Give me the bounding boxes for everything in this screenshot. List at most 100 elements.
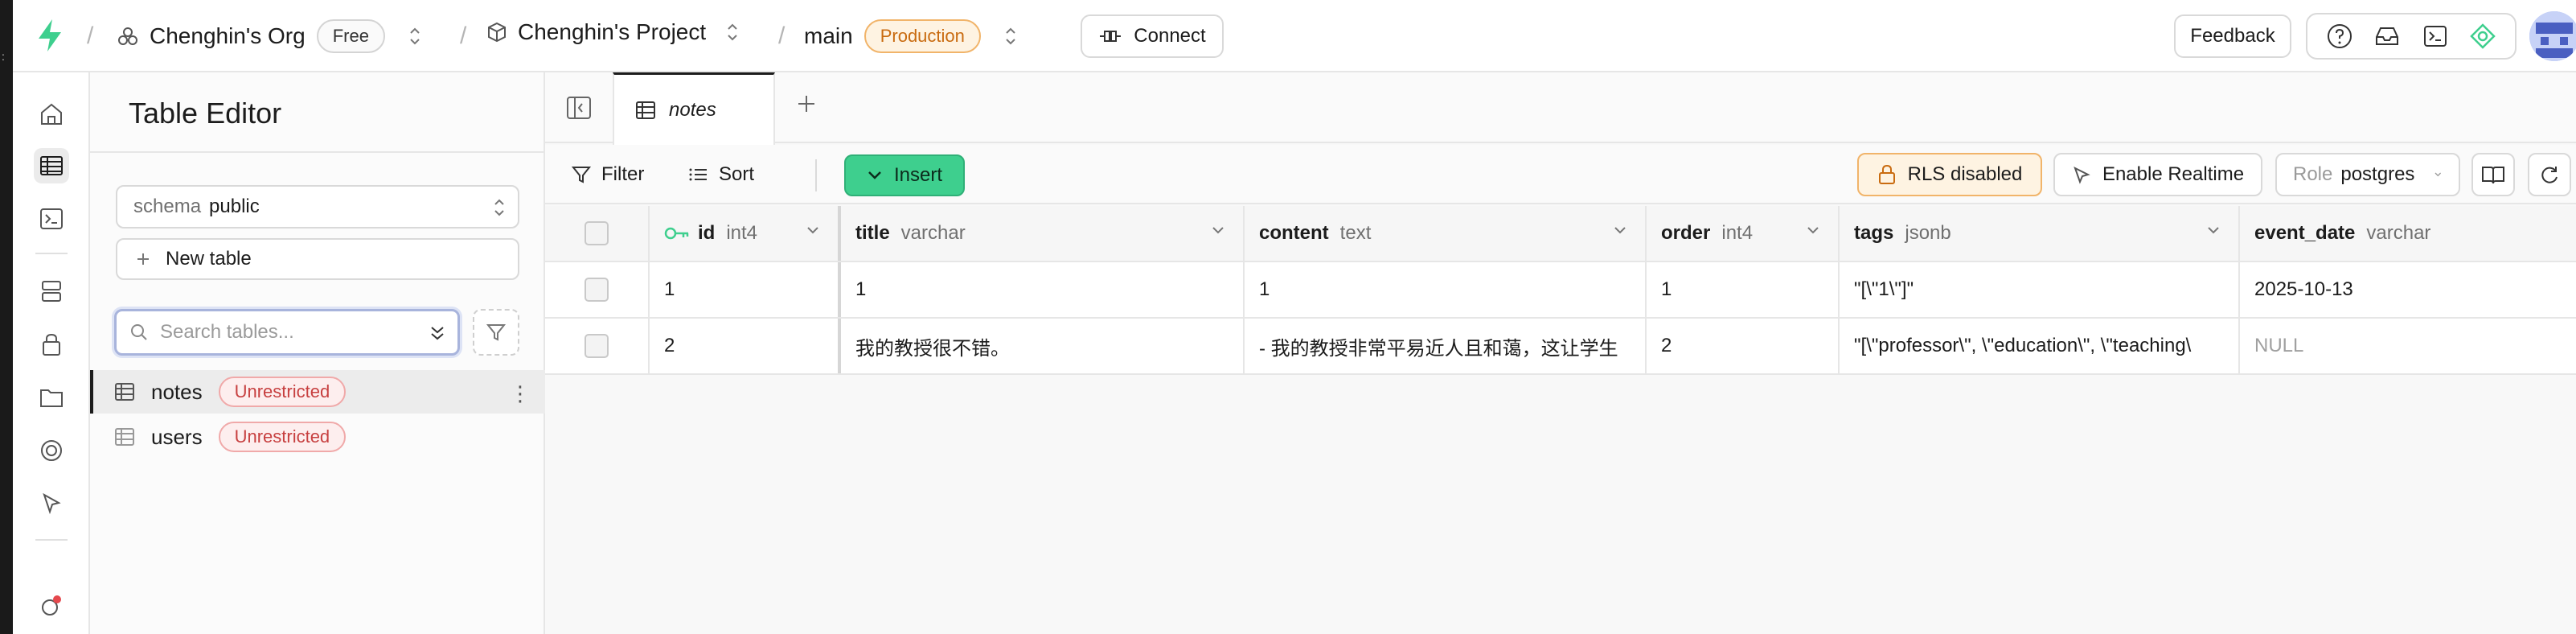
role-select[interactable]: Role postgres [2275, 153, 2460, 196]
cell-content[interactable]: - 我的教授非常平易近人且和蔼，这让学生 [1245, 319, 1647, 373]
rls-label: RLS disabled [1907, 163, 2023, 185]
role-label: Role [2293, 163, 2333, 185]
nav-sql-editor[interactable] [34, 201, 69, 237]
cell-order[interactable]: 2 [1647, 319, 1840, 373]
feedback-button[interactable]: Feedback [2174, 14, 2291, 58]
column-header-content[interactable]: content text [1245, 206, 1647, 261]
cell-id[interactable]: 2 [650, 319, 841, 373]
column-name: title [855, 222, 890, 244]
list-icon [689, 168, 707, 181]
select-all-checkbox[interactable] [585, 221, 609, 245]
search-tables-field[interactable] [114, 309, 460, 356]
column-header-title[interactable]: title varchar [841, 206, 1245, 261]
book-open-icon [2482, 167, 2504, 184]
terminal-icon[interactable] [2422, 23, 2449, 50]
schema-label: schema [133, 196, 202, 217]
filter-tables-button[interactable] [473, 309, 519, 356]
sidebar-collapse-icon[interactable] [564, 93, 593, 122]
cell-title[interactable]: 1 [841, 262, 1245, 317]
enable-realtime-button[interactable]: Enable Realtime [2053, 153, 2262, 196]
sort-button[interactable]: Sort [679, 156, 764, 193]
chevron-double-down-icon[interactable] [429, 323, 446, 344]
cell-event-date[interactable]: NULL [2240, 319, 2576, 373]
cell-order[interactable]: 1 [1647, 262, 1840, 317]
more-options-icon[interactable]: ⋮ [510, 381, 531, 406]
inbox-icon[interactable] [2373, 23, 2401, 50]
chevron-updown-icon[interactable] [1003, 25, 1018, 47]
nav-table-editor[interactable] [34, 148, 69, 183]
cursor-icon [43, 492, 61, 515]
nav-home[interactable] [34, 97, 69, 132]
search-tables-input[interactable] [160, 321, 401, 344]
nav-edge-functions[interactable] [34, 486, 69, 521]
column-header-tags[interactable]: tags jsonb [1840, 206, 2240, 261]
column-header-id[interactable]: id int4 [650, 206, 841, 261]
avatar[interactable] [2529, 11, 2576, 61]
refresh-button[interactable] [2528, 153, 2571, 196]
window-edge: : [0, 0, 13, 634]
assistant-icon[interactable] [2469, 23, 2496, 50]
folder-icon [40, 389, 63, 407]
chevron-down-icon[interactable] [1211, 225, 1225, 235]
column-type: jsonb [1905, 222, 1951, 244]
row-checkbox[interactable] [585, 278, 609, 302]
realtime-label: Enable Realtime [2102, 163, 2245, 185]
new-table-button[interactable]: New table [116, 238, 519, 280]
cell-tags[interactable]: "[\"1\"]" [1840, 262, 2240, 317]
column-type: int4 [1721, 222, 1754, 244]
cell-title[interactable]: 我的教授很不错。 [841, 319, 1245, 373]
help-icon[interactable] [2326, 23, 2353, 50]
connect-button[interactable]: Connect [1081, 14, 1224, 58]
chevron-down-icon[interactable] [806, 225, 820, 235]
chevron-updown-icon[interactable] [408, 25, 422, 47]
cell-id[interactable]: 1 [650, 262, 841, 317]
breadcrumb-branch[interactable]: main Production [804, 19, 1018, 53]
column-header-order[interactable]: order int4 [1647, 206, 1840, 261]
column-header-event-date[interactable]: event_date varchar [2240, 206, 2576, 261]
chevron-down-icon[interactable] [1806, 225, 1820, 235]
plug-icon [1100, 31, 1122, 42]
supabase-logo-icon[interactable] [35, 18, 64, 53]
table-name: users [151, 424, 203, 449]
nav-advisors[interactable] [34, 587, 69, 623]
add-tab-icon[interactable] [794, 92, 818, 116]
column-name: content [1259, 222, 1329, 244]
chevron-down-icon[interactable] [2206, 225, 2221, 235]
definition-view-button[interactable] [2471, 153, 2515, 196]
unrestricted-badge: Unrestricted [218, 422, 347, 452]
table-item-users[interactable]: users Unrestricted [90, 415, 545, 459]
breadcrumb-org[interactable]: Chenghin's Org Free [117, 19, 422, 53]
nav-storage[interactable] [34, 380, 69, 415]
cell-tags[interactable]: "[\"professor\", \"education\", \"teachi… [1840, 319, 2240, 373]
nav-auth[interactable] [34, 327, 69, 362]
breadcrumb-project[interactable]: Chenghin's Project [487, 19, 740, 45]
sort-label: Sort [719, 163, 755, 185]
nav-realtime[interactable] [34, 433, 69, 468]
realtime-icon [41, 440, 62, 461]
column-name: tags [1854, 222, 1894, 244]
filter-button[interactable]: Filter [561, 156, 654, 193]
cell-event-date[interactable]: 2025-10-13 [2240, 262, 2576, 317]
lock-icon [1878, 164, 1895, 184]
table-icon [115, 383, 134, 401]
table-row[interactable]: 2 我的教授很不错。 - 我的教授非常平易近人且和蔼，这让学生 2 "[\"pr… [545, 319, 2576, 375]
table-row[interactable]: 1 1 1 1 "[\"1\"]" 2025-10-13 [545, 262, 2576, 319]
tab-notes[interactable]: notes [613, 72, 775, 145]
insert-button[interactable]: Insert [844, 154, 965, 196]
rls-disabled-button[interactable]: RLS disabled [1857, 153, 2042, 196]
nav-rail [13, 72, 90, 634]
top-bar: / Chenghin's Org Free / Chenghin's Proje… [13, 0, 2576, 72]
org-icon [118, 27, 137, 45]
nav-database[interactable] [34, 274, 69, 309]
chevron-updown-icon[interactable] [725, 21, 740, 43]
cell-content[interactable]: 1 [1245, 262, 1647, 317]
breadcrumb-separator: / [87, 23, 94, 49]
table-item-notes[interactable]: notes Unrestricted ⋮ [90, 370, 545, 414]
schema-select[interactable]: schema public [116, 185, 519, 228]
nav-divider [35, 253, 68, 254]
row-checkbox[interactable] [585, 334, 609, 358]
table-editor-sidebar: Table Editor schema public New table not… [90, 72, 545, 634]
insert-label: Insert [893, 164, 943, 186]
box-icon [488, 22, 506, 43]
chevron-down-icon[interactable] [1613, 225, 1627, 235]
